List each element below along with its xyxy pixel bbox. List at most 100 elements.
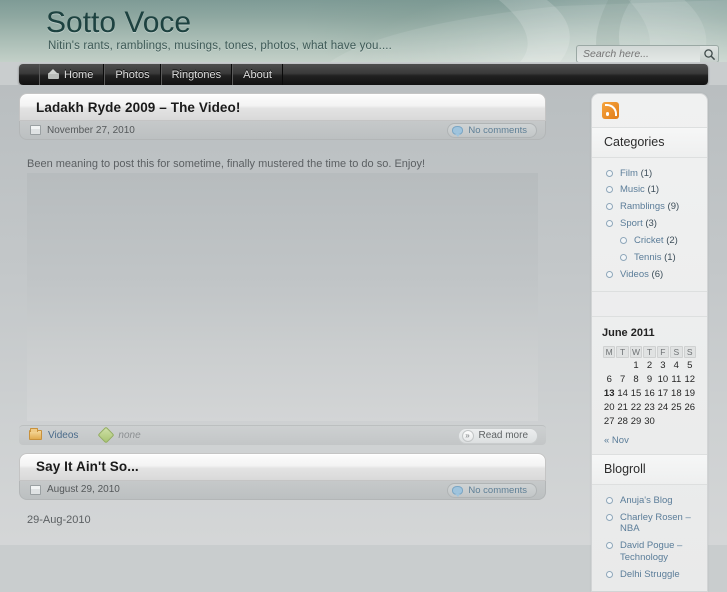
post-header: Ladakh Ryde 2009 – The Video! [19,93,546,121]
calendar-day: 10 [657,374,669,386]
nav-item-ringtones[interactable]: Ringtones [160,64,233,85]
search-input[interactable] [576,45,700,62]
calendar-day: 27 [603,416,615,428]
category-item-tennis[interactable]: Tennis (1) [592,249,707,266]
widget-categories: Categories Film (1) Music (1) Ramblings … [592,127,707,291]
nav-label: Ringtones [171,68,222,81]
post-excerpt: 29-Aug-2010 [27,513,91,526]
post-tags-value: none [118,429,141,441]
calendar-week-row: 13 14 15 16 17 18 19 [603,387,696,400]
category-label: Tennis [634,251,662,263]
post-body: Been meaning to post this for sometime, … [19,140,546,421]
search-icon [703,49,715,61]
calendar-day: 14 [617,388,628,400]
search-button[interactable] [700,45,719,62]
weekday-head: M [603,346,616,359]
weekday-head: F [656,346,670,359]
post-title[interactable]: Say It Ain't So... [36,459,139,474]
category-item-sport[interactable]: Sport (3) [592,216,707,233]
calendar-day: 26 [684,402,696,414]
calendar-day [670,415,682,428]
rss-feed-link[interactable] [592,94,707,127]
calendar-day: 6 [606,374,612,386]
post-article: Say It Ain't So... August 29, 2010 No co… [19,452,546,526]
category-item-ramblings[interactable]: Ramblings (9) [592,199,707,216]
comments-badge[interactable]: No comments [447,482,537,498]
calendar-day: 9 [646,374,653,386]
calendar-prev-link[interactable]: « Nov [602,429,697,448]
search-form [576,45,719,62]
blogroll-item[interactable]: David Pogue – Technology [592,538,707,567]
calendar-week-row: 27 28 29 30 [603,415,696,428]
nav-list: Home Photos Ringtones About [19,64,708,85]
calendar-day: 3 [660,360,666,372]
bullet-ring-icon [606,203,613,211]
weekday-head: W [629,346,643,359]
calendar-day: 23 [644,402,655,414]
read-more-label: Read more [478,430,528,441]
category-label: Sport [620,218,643,230]
category-count: (1) [647,184,660,196]
chevron-right-icon: » [461,429,474,442]
calendar-day: 8 [633,374,639,386]
category-item-film[interactable]: Film (1) [592,165,707,182]
calendar-table: M T W T F S S 1 2 3 4 5 6 7 8 9 10 11 12… [602,345,697,429]
calendar-day: 16 [644,388,655,400]
post-title[interactable]: Ladakh Ryde 2009 – The Video! [36,100,240,115]
bullet-ring-icon [606,186,613,194]
post-category-link[interactable]: Videos [48,430,78,441]
bullet-ring-icon [620,237,627,244]
video-embed-placeholder[interactable] [27,172,538,421]
sidebar: Categories Film (1) Music (1) Ramblings … [591,93,708,592]
post-category-group: Videos [29,428,78,441]
blogroll-item[interactable]: Delhi Struggle [592,567,707,584]
calendar-day [684,415,696,428]
empty-widget-slot [592,291,707,318]
calendar-day-today: 13 [603,388,615,400]
comments-count-label: No comments [468,125,527,136]
calendar-day [616,359,628,372]
widget-title: Blogroll [592,454,707,486]
post-meta: August 29, 2010 No comments [19,480,546,500]
calendar-day: 21 [617,402,628,414]
nav-item-home[interactable]: Home [39,64,105,85]
calendar-icon [30,125,41,135]
calendar-day: 7 [619,374,626,386]
weekday-head: T [643,346,656,359]
category-count: (1) [664,251,676,263]
read-more-button[interactable]: » Read more [457,427,538,444]
calendar-day: 25 [671,402,682,414]
bullet-ring-icon [606,571,613,578]
widget-calendar: June 2011 M T W T F S S 1 2 3 4 5 6 7 8 … [592,317,707,454]
widget-title: Categories [592,127,707,158]
calendar-day [603,359,615,372]
calendar-day: 22 [630,402,642,414]
calendar-week-row: 6 7 8 9 10 11 12 [603,373,696,386]
folder-icon [29,428,42,440]
calendar-day: 2 [646,360,653,372]
nav-item-about[interactable]: About [232,64,283,85]
post-date-group: November 27, 2010 [30,125,135,136]
bullet-ring-icon [606,513,613,521]
blogroll-item[interactable]: Anuja's Blog [592,492,707,509]
weekday-head: S [670,346,683,359]
widget-body: Film (1) Music (1) Ramblings (9) Sport (… [592,158,707,291]
category-item-videos[interactable]: Videos (6) [592,266,707,283]
calendar-day: 5 [687,360,693,372]
nav-item-photos[interactable]: Photos [104,64,161,85]
blogroll-item[interactable]: Charley Rosen – NBA [592,509,707,538]
calendar-day [657,415,669,428]
category-label: Ramblings [620,201,665,213]
calendar-day: 1 [633,360,639,372]
category-count: (6) [651,268,664,280]
post-excerpt: Been meaning to post this for sometime, … [27,158,426,170]
category-list: Film (1) Music (1) Ramblings (9) Sport (… [592,165,707,283]
blogroll-list: Anuja's Blog Charley Rosen – NBA David P… [592,492,707,583]
blogroll-label: Anuja's Blog [620,494,673,506]
calendar-wrap: June 2011 M T W T F S S 1 2 3 4 5 6 7 8 … [592,317,707,454]
comments-badge[interactable]: No comments [447,123,537,138]
calendar-caption: June 2011 [602,327,655,340]
category-item-music[interactable]: Music (1) [592,182,707,199]
category-item-cricket[interactable]: Cricket (2) [592,233,707,250]
site-title: Sotto Voce [46,6,192,39]
